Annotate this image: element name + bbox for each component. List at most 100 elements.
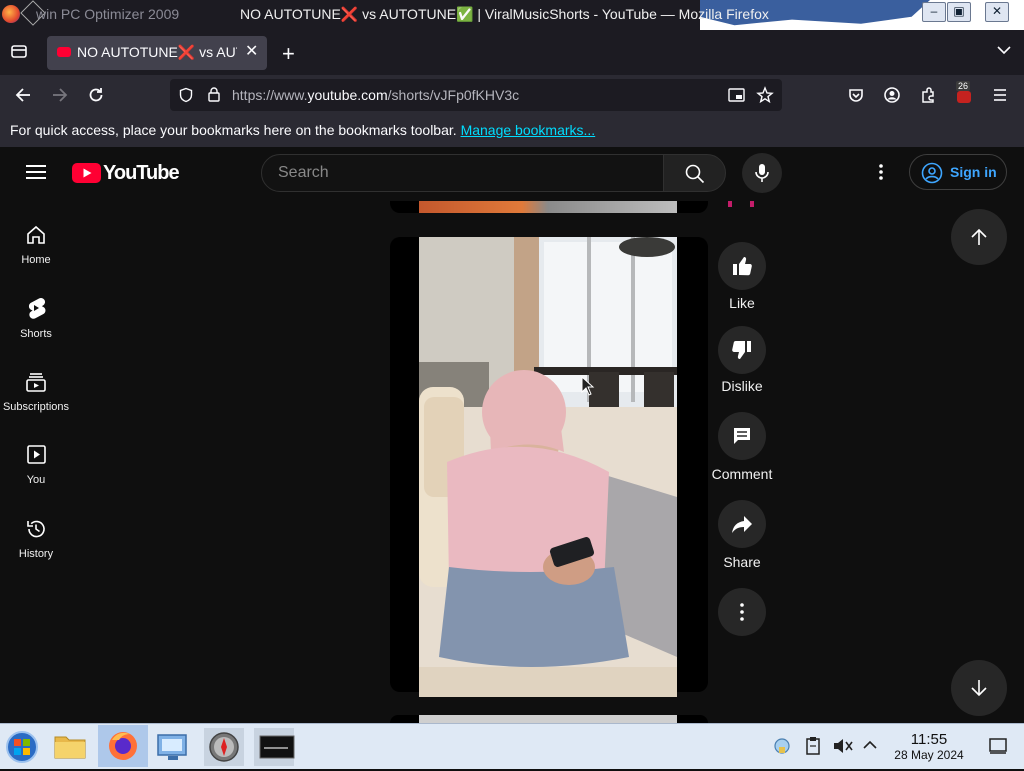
background-window-title: win PC Optimizer 2009 (36, 6, 180, 22)
addon-badge-icon[interactable]: 26 (955, 81, 973, 105)
sign-in-label: Sign in (950, 164, 997, 180)
lock-icon[interactable] (206, 86, 222, 108)
youtube-favicon-icon (57, 47, 71, 57)
new-tab-button[interactable]: + (282, 41, 295, 67)
search-input[interactable]: Search (278, 164, 329, 182)
maximize-button[interactable]: ▣ (947, 2, 971, 22)
network-tray-icon[interactable] (772, 736, 792, 761)
list-all-tabs-icon[interactable] (996, 42, 1012, 63)
search-button[interactable] (663, 154, 726, 192)
user-account-icon (921, 162, 943, 184)
next-short-frame[interactable] (390, 715, 708, 723)
sidebar-item-label: Shorts (20, 328, 52, 340)
sidebar-item-label: Subscriptions (2, 401, 70, 413)
search-icon (685, 164, 705, 184)
show-hidden-icons-chevron-icon[interactable] (862, 738, 878, 757)
close-tab-icon[interactable]: ✕ (245, 41, 258, 61)
youtube-logo[interactable]: YouTube (72, 162, 180, 184)
more-actions-button[interactable] (718, 588, 766, 636)
dislike-label: Dislike (721, 378, 763, 394)
previous-short-frame[interactable] (390, 201, 708, 213)
compass-app-icon[interactable] (204, 728, 244, 766)
home-icon (27, 225, 45, 244)
bookmarks-toolbar: For quick access, place your bookmarks h… (0, 115, 1024, 148)
pocket-icon[interactable] (847, 86, 865, 109)
manage-bookmarks-link[interactable]: Manage bookmarks... (461, 122, 596, 138)
account-icon[interactable] (883, 86, 901, 109)
close-window-button[interactable]: ✕ (985, 2, 1009, 22)
show-desktop-icon[interactable] (988, 737, 1008, 760)
picture-in-picture-icon[interactable] (728, 87, 745, 108)
tab-list-icon[interactable] (10, 42, 28, 65)
sidebar-item-home[interactable]: Home (0, 224, 72, 266)
voice-search-button[interactable] (742, 153, 782, 193)
microphone-icon (755, 164, 769, 182)
comment-icon (734, 428, 750, 444)
start-menu-button[interactable] (2, 728, 42, 766)
volume-muted-icon[interactable] (832, 736, 854, 761)
tab-youtube-short[interactable]: NO AUTOTUNE❌ vs AUTOTUNE✅ | ViralMusicSh… (47, 36, 267, 70)
reload-icon[interactable] (87, 86, 105, 109)
clipboard-tray-icon[interactable] (804, 736, 822, 761)
share-button[interactable] (718, 500, 766, 548)
mouse-cursor-icon (581, 375, 595, 401)
dislike-button[interactable] (718, 326, 766, 374)
video-frame-image (419, 237, 677, 697)
arrow-down-icon (971, 680, 987, 697)
share-icon (732, 516, 752, 533)
you-icon (27, 445, 46, 464)
history-icon (27, 520, 45, 538)
thumbs-down-icon (732, 341, 751, 359)
clock-date[interactable]: 28 May 2024 (884, 748, 974, 762)
bookmarks-toolbar-message: For quick access, place your bookmarks h… (10, 122, 596, 138)
like-label: Like (729, 295, 755, 311)
more-vert-icon (740, 603, 744, 621)
short-video[interactable] (419, 237, 677, 697)
thumbs-up-icon (733, 257, 752, 276)
sidebar-item-label: History (18, 548, 54, 560)
comment-button[interactable] (718, 412, 766, 460)
sidebar-item-history[interactable]: History (0, 518, 72, 560)
previous-short-thumbnail (419, 201, 677, 213)
terminal-icon[interactable] (254, 728, 295, 766)
arrow-up-icon (971, 228, 987, 245)
like-button[interactable] (718, 242, 766, 290)
guide-menu-icon[interactable] (26, 164, 46, 185)
comment-label: Comment (711, 466, 773, 482)
sidebar-item-label: You (26, 474, 46, 486)
minimize-button[interactable]: – (922, 2, 946, 22)
bookmark-star-icon[interactable] (756, 86, 774, 109)
url-text[interactable]: https://www.youtube.com/shorts/vJFp0fKHV… (232, 87, 519, 103)
tracking-protection-icon[interactable] (178, 87, 194, 108)
forward-icon[interactable] (51, 86, 69, 109)
share-label: Share (723, 554, 761, 570)
clock-time[interactable]: 11:55 (896, 731, 962, 748)
taskbar: 11:55 28 May 2024 (0, 723, 1024, 769)
sidebar-item-label: Home (21, 254, 51, 266)
youtube-play-logo-icon (72, 163, 101, 183)
firefox-taskbar-button[interactable] (98, 725, 148, 767)
sidebar-item-subscriptions[interactable]: Subscriptions (0, 371, 72, 413)
extensions-icon[interactable] (919, 86, 937, 109)
system-settings-icon[interactable] (154, 728, 194, 766)
search-box[interactable]: Search (261, 154, 665, 192)
subscriptions-icon (26, 373, 46, 392)
next-short-button[interactable] (951, 660, 1007, 716)
sign-in-button[interactable]: Sign in (909, 154, 1007, 190)
window-title: NO AUTOTUNE❌ vs AUTOTUNE✅ | ViralMusicSh… (240, 6, 769, 22)
sidebar-item-you[interactable]: You (0, 444, 72, 486)
previous-short-button[interactable] (951, 209, 1007, 265)
settings-more-icon[interactable] (872, 162, 890, 187)
file-manager-icon[interactable] (50, 728, 90, 766)
firefox-icon (109, 732, 137, 760)
addon-badge-count: 26 (956, 81, 971, 91)
shorts-icon (28, 297, 46, 319)
app-logo-icon (2, 5, 20, 23)
tab-title: NO AUTOTUNE❌ vs AUTOTUNE✅ | ViralMusicSh… (77, 44, 237, 60)
sidebar-item-shorts[interactable]: Shorts (0, 296, 72, 340)
menu-icon[interactable] (992, 87, 1008, 108)
window-titlebar: win PC Optimizer 2009 NO AUTOTUNE❌ vs AU… (0, 0, 1024, 30)
back-icon[interactable] (14, 86, 32, 109)
next-short-thumbnail (419, 715, 677, 723)
url-bar[interactable]: https://www.youtube.com/shorts/vJFp0fKHV… (170, 79, 782, 111)
